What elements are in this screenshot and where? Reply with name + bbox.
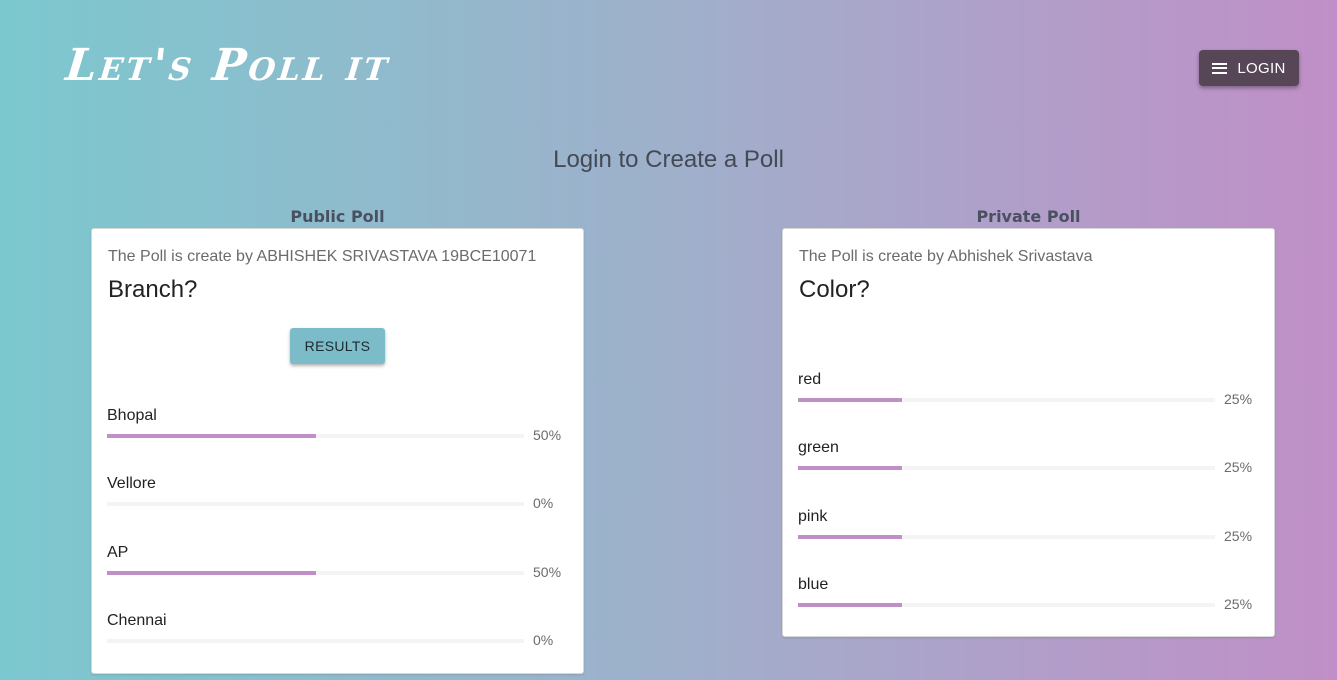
poll-option[interactable]: Bhopal 50% xyxy=(107,407,563,457)
option-percent: 25% xyxy=(1224,528,1253,544)
poll-question: Color? xyxy=(799,276,870,303)
option-progress-track xyxy=(798,466,1215,470)
poll-option[interactable]: red 25% xyxy=(798,371,1254,421)
login-button-label: LOGIN xyxy=(1237,59,1286,77)
option-progress-fill xyxy=(798,603,903,607)
poll-option[interactable]: Vellore 0% xyxy=(107,475,563,525)
public-poll-heading: Public Poll xyxy=(290,207,385,226)
option-percent: 25% xyxy=(1224,391,1253,407)
poll-creator: The Poll is create by Abhishek Srivastav… xyxy=(799,248,1093,265)
option-label: AP xyxy=(107,544,129,561)
poll-option[interactable]: pink 25% xyxy=(798,508,1254,558)
option-label: red xyxy=(798,371,822,388)
option-progress-track xyxy=(107,571,524,575)
option-progress-fill xyxy=(107,434,316,438)
option-label: Bhopal xyxy=(107,407,157,424)
option-progress-fill xyxy=(798,398,903,402)
login-button[interactable]: LOGIN xyxy=(1199,50,1299,86)
app-logo: Let's Poll it xyxy=(63,40,394,91)
option-progress-track xyxy=(107,639,524,643)
option-label: Chennai xyxy=(107,612,167,629)
option-label: green xyxy=(798,439,839,456)
public-poll-card: The Poll is create by ABHISHEK SRIVASTAV… xyxy=(91,228,584,674)
option-percent: 50% xyxy=(533,564,562,580)
option-percent: 25% xyxy=(1224,596,1253,612)
private-poll-heading: Private Poll xyxy=(976,207,1081,226)
option-progress-fill xyxy=(798,535,903,539)
option-percent: 0% xyxy=(533,495,554,511)
poll-option[interactable]: blue 25% xyxy=(798,576,1254,626)
results-button[interactable]: RESULTS xyxy=(290,328,385,364)
option-progress-track xyxy=(798,535,1215,539)
poll-option[interactable]: AP 50% xyxy=(107,544,563,594)
poll-question: Branch? xyxy=(108,276,198,303)
page-subtitle: Login to Create a Poll xyxy=(553,146,784,173)
private-poll-card: The Poll is create by Abhishek Srivastav… xyxy=(782,228,1275,637)
option-progress-track xyxy=(798,603,1215,607)
option-progress-track xyxy=(107,434,524,438)
option-percent: 25% xyxy=(1224,459,1253,475)
option-progress-fill xyxy=(798,466,903,470)
option-label: Vellore xyxy=(107,475,156,492)
menu-icon xyxy=(1212,62,1228,74)
poll-option[interactable]: green 25% xyxy=(798,439,1254,489)
option-percent: 0% xyxy=(533,632,554,648)
option-progress-track xyxy=(107,502,524,506)
option-progress-fill xyxy=(107,571,316,575)
option-label: pink xyxy=(798,508,828,525)
option-percent: 50% xyxy=(533,427,562,443)
option-label: blue xyxy=(798,576,829,593)
option-progress-track xyxy=(798,398,1215,402)
poll-option[interactable]: Chennai 0% xyxy=(107,612,563,662)
poll-creator: The Poll is create by ABHISHEK SRIVASTAV… xyxy=(108,248,537,265)
